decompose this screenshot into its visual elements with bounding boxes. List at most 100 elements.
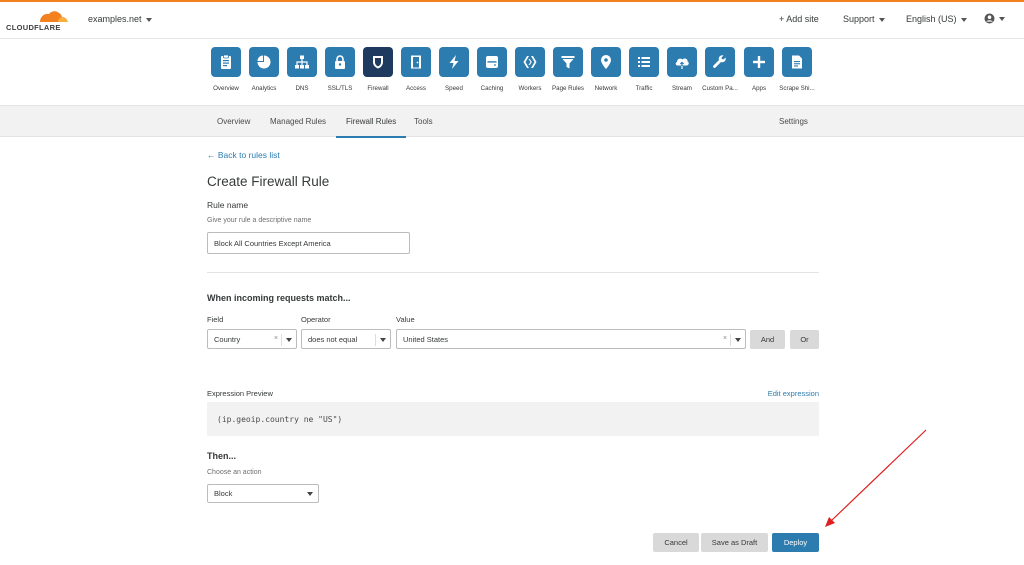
app-overview[interactable]: Overview	[208, 47, 244, 92]
app-speed[interactable]: Speed	[436, 47, 472, 92]
ssl-tile	[325, 47, 355, 77]
expression-preview: (ip.geoip.country ne "US")	[207, 402, 819, 436]
clear-icon[interactable]: ×	[723, 335, 727, 342]
expression-text: (ip.geoip.country ne "US")	[217, 414, 343, 424]
speed-tile	[439, 47, 469, 77]
tab-settings[interactable]: Settings	[779, 117, 808, 126]
firewall-subnav: Overview Managed Rules Firewall Rules To…	[0, 105, 1024, 138]
app-label: Stream	[672, 85, 692, 92]
network-tree-icon	[295, 55, 309, 69]
domain-name: examples.net	[88, 14, 142, 24]
cloud-logo-icon	[40, 11, 68, 22]
cancel-button[interactable]: Cancel	[653, 533, 699, 552]
app-label: SSL/TLS	[327, 85, 353, 92]
tab-firewall-rules[interactable]: Firewall Rules	[346, 117, 396, 126]
action-hint: Choose an action	[207, 469, 262, 476]
server-icon	[486, 56, 498, 68]
access-tile	[401, 47, 431, 77]
caching-tile	[477, 47, 507, 77]
section-divider	[207, 272, 819, 273]
operator-select-value: does not equal	[308, 334, 358, 344]
tab-overview[interactable]: Overview	[217, 117, 250, 126]
scrape-shield-tile	[782, 47, 812, 77]
apps-tile	[744, 47, 774, 77]
app-label: Apps	[751, 85, 767, 92]
clear-icon[interactable]: ×	[274, 335, 278, 342]
app-label: DNS	[295, 85, 309, 92]
field-select[interactable]: Country ×	[207, 329, 297, 349]
overview-tile	[211, 47, 241, 77]
app-network[interactable]: Network	[588, 47, 624, 92]
clipboard-icon	[221, 54, 231, 69]
chevron-down-icon	[735, 338, 741, 342]
app-access[interactable]: Access	[398, 47, 434, 92]
chevron-down-icon	[380, 338, 386, 342]
app-analytics[interactable]: Analytics	[246, 47, 282, 92]
deploy-button[interactable]: Deploy	[772, 533, 819, 552]
door-icon	[411, 55, 421, 69]
support-label: Support	[843, 14, 875, 24]
app-label: Caching	[480, 85, 504, 92]
app-label: Access	[406, 85, 426, 92]
value-select-value: United States	[403, 334, 449, 344]
match-heading: When incoming requests match...	[207, 293, 351, 303]
cloudflare-logo[interactable]: CLOUDFLARE	[6, 8, 70, 34]
support-menu[interactable]: Support	[843, 14, 885, 24]
wrench-icon	[713, 55, 726, 68]
network-tile	[591, 47, 621, 77]
app-scrape-shield[interactable]: Scrape Shi...	[779, 47, 815, 92]
shield-icon	[373, 56, 383, 69]
field-label: Field	[207, 315, 224, 324]
chevron-down-icon	[878, 17, 885, 22]
app-ssl-tls[interactable]: SSL/TLS	[322, 47, 358, 92]
select-separator	[375, 334, 376, 346]
operator-select[interactable]: does not equal	[301, 329, 391, 349]
value-label: Value	[396, 315, 415, 324]
app-firewall[interactable]: Firewall	[360, 47, 396, 92]
action-select[interactable]: Block	[207, 484, 319, 503]
rule-name-label: Rule name	[207, 200, 249, 210]
value-select[interactable]: United States ×	[396, 329, 746, 349]
chevron-down-icon	[960, 17, 967, 22]
back-to-rules-link[interactable]: ← Back to rules list	[207, 150, 280, 160]
app-label: Network	[594, 85, 618, 92]
app-label: Workers	[518, 85, 542, 92]
select-separator	[281, 334, 282, 346]
app-caching[interactable]: Caching	[474, 47, 510, 92]
app-label: Speed	[445, 85, 463, 92]
user-menu[interactable]	[984, 13, 1005, 24]
document-icon	[792, 55, 802, 69]
add-site-link[interactable]: + Add site	[779, 14, 819, 24]
app-apps[interactable]: Apps	[741, 47, 777, 92]
firewall-tile	[363, 47, 393, 77]
traffic-tile	[629, 47, 659, 77]
tab-tools[interactable]: Tools	[414, 117, 433, 126]
user-circle-icon	[984, 13, 995, 24]
domain-selector[interactable]: examples.net	[88, 14, 152, 24]
or-button[interactable]: Or	[790, 330, 819, 349]
edit-expression-link[interactable]: Edit expression	[768, 389, 819, 398]
page-title: Create Firewall Rule	[207, 174, 330, 189]
app-dns[interactable]: DNS	[284, 47, 320, 92]
language-menu[interactable]: English (US)	[906, 14, 967, 24]
app-traffic[interactable]: Traffic	[626, 47, 662, 92]
workers-icon	[523, 56, 537, 68]
app-custom-pages[interactable]: Custom Pa...	[702, 47, 738, 92]
app-workers[interactable]: Workers	[512, 47, 548, 92]
operator-label: Operator	[301, 315, 331, 324]
analytics-tile	[249, 47, 279, 77]
language-label: English (US)	[906, 14, 957, 24]
workers-tile	[515, 47, 545, 77]
list-icon	[638, 57, 650, 67]
rule-name-input[interactable]: Block All Countries Except America	[207, 232, 410, 254]
app-page-rules[interactable]: Page Rules	[550, 47, 586, 92]
app-stream[interactable]: Stream	[664, 47, 700, 92]
tab-managed-rules[interactable]: Managed Rules	[270, 117, 326, 126]
app-label: Traffic	[635, 85, 653, 92]
add-site-label: + Add site	[779, 14, 819, 24]
chevron-down-icon	[999, 16, 1005, 21]
lightning-icon	[449, 55, 459, 69]
save-draft-button[interactable]: Save as Draft	[701, 533, 768, 552]
chevron-down-icon	[286, 338, 292, 342]
and-button[interactable]: And	[750, 330, 785, 349]
